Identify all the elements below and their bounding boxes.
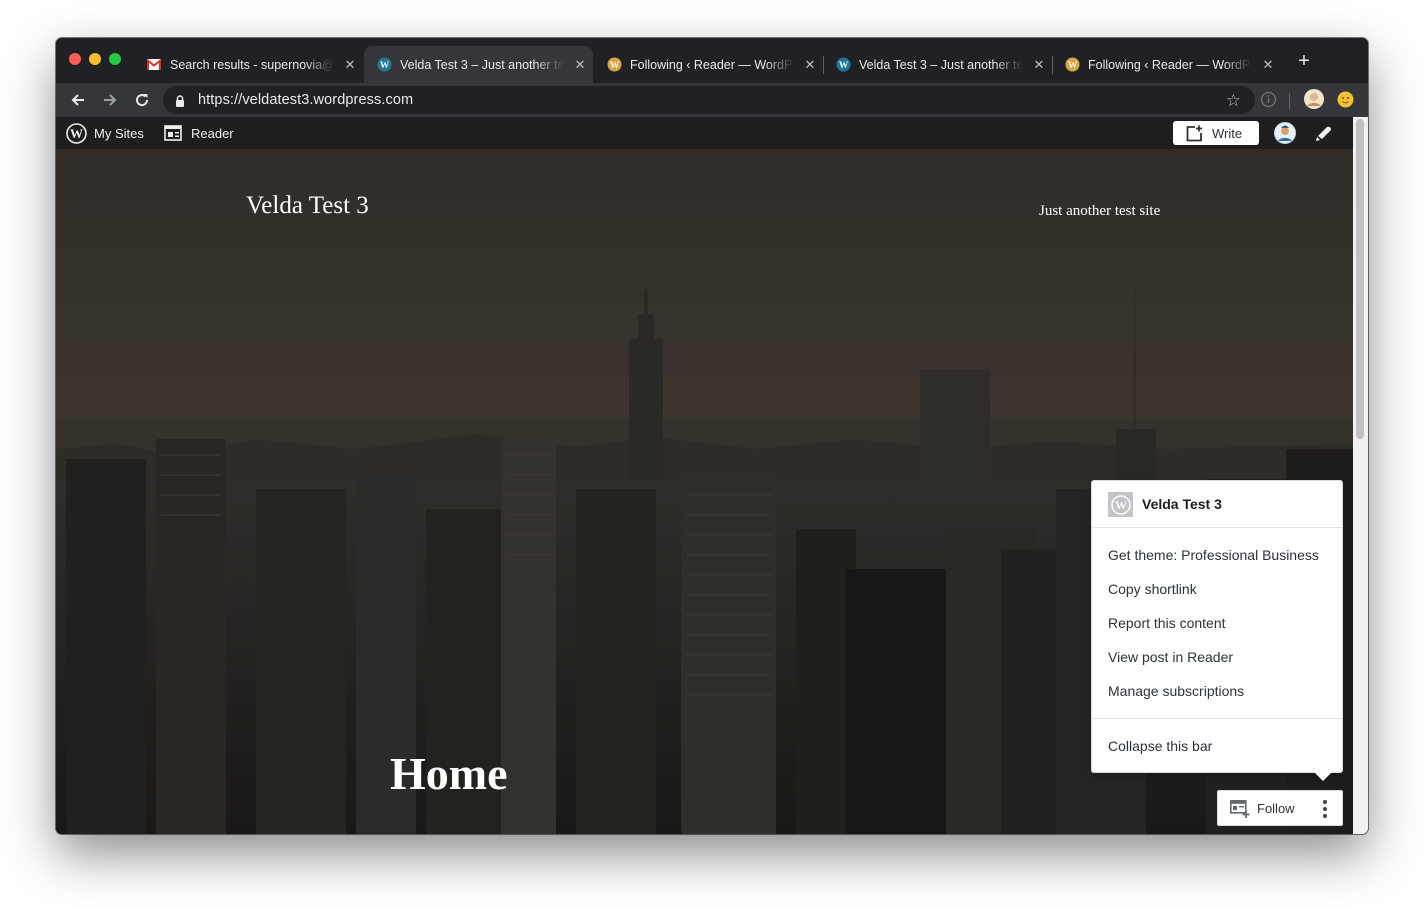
browser-toolbar: https://veldatest3.wordpress.com ☆ [56,83,1368,117]
tab-title: Search results - supernovia@ [170,57,334,72]
reader-label: Reader [191,125,234,141]
browser-window: Search results - supernovia@ ✕ W Velda T… [56,38,1368,834]
svg-text:W: W [70,126,83,141]
ellipsis-vertical-icon [1323,800,1327,804]
profile-avatar-icon[interactable] [1304,89,1324,114]
arrow-left-icon [71,94,84,106]
popover-header[interactable]: W Velda Test 3 [1092,481,1342,528]
new-tab-button[interactable]: + [1295,51,1313,71]
lock-icon [175,94,185,112]
notifications-bell-icon[interactable] [1314,123,1334,146]
wordpress-logo-icon: W [66,122,87,144]
menu-item-collapse-bar[interactable]: Collapse this bar [1108,738,1212,754]
tab-velda-test-active[interactable]: W Velda Test 3 – Just another test site … [364,46,593,83]
tab-reader-following[interactable]: W Following ‹ Reader — WordPress.com ✕ [594,46,823,83]
my-sites-menu[interactable]: W My Sites [66,117,144,149]
reload-button[interactable] [131,89,153,111]
follow-bar: Follow [1217,790,1343,826]
reload-icon [136,94,149,107]
tab-strip: Search results - supernovia@ ✕ W Velda T… [56,38,1368,83]
close-tab-icon[interactable]: ✕ [572,57,588,73]
wp-admin-bar: W My Sites Reader Write [56,117,1353,149]
menu-item-copy-shortlink[interactable]: Copy shortlink [1108,581,1197,597]
svg-text:W: W [609,61,619,71]
svg-text:W: W [1067,61,1077,71]
page-scrollbar-thumb[interactable] [1356,119,1364,439]
tab-title: Velda Test 3 – Just another test site [400,57,564,72]
tab-title: Velda Test 3 – Just another test site [859,57,1023,72]
site-blavatar-icon: W [1108,492,1133,517]
extension-face-icon[interactable] [1337,91,1354,113]
more-options-button[interactable] [1314,796,1336,822]
follow-more-popover: W Velda Test 3 Get theme: Professional B… [1091,480,1343,773]
bookmark-star-icon[interactable]: ☆ [1226,91,1241,111]
write-plus-icon [1186,125,1204,142]
wordpress-orange-icon: W [1064,57,1080,73]
follow-reader-icon[interactable] [1230,800,1251,823]
popover-site-name: Velda Test 3 [1142,496,1222,512]
reader-menu[interactable]: Reader [164,117,234,149]
menu-item-view-in-reader[interactable]: View post in Reader [1108,649,1233,665]
tab-title: Following ‹ Reader — WordPress.com [630,57,794,72]
close-tab-icon[interactable]: ✕ [1031,57,1047,73]
close-tab-icon[interactable]: ✕ [342,57,358,73]
gmail-icon [146,57,162,73]
tab-reader-following-2[interactable]: W Following ‹ Reader — WordPress.com ✕ [1052,46,1281,83]
tab-velda-test[interactable]: W Velda Test 3 – Just another test site … [823,46,1052,83]
address-bar[interactable]: https://veldatest3.wordpress.com ☆ [163,86,1255,114]
popover-arrow [1314,772,1332,781]
user-avatar[interactable] [1274,122,1296,147]
menu-item-report-content[interactable]: Report this content [1108,615,1226,631]
follow-button[interactable]: Follow [1257,801,1295,816]
close-tab-icon[interactable]: ✕ [802,57,818,73]
reader-icon [164,125,182,141]
svg-text:W: W [379,61,389,71]
svg-text:W: W [838,61,848,71]
close-window-button[interactable] [69,53,81,65]
forward-button[interactable] [99,89,121,111]
tab-title: Following ‹ Reader — WordPress.com [1088,57,1252,72]
info-extension-icon[interactable] [1260,91,1277,113]
menu-item-get-theme[interactable]: Get theme: Professional Business [1108,547,1319,563]
toolbar-separator [1289,93,1290,109]
arrow-right-icon [104,94,117,106]
maximize-window-button[interactable] [109,53,121,65]
svg-text:W: W [1115,498,1127,512]
tab-gmail-search[interactable]: Search results - supernovia@ ✕ [134,46,363,83]
url-scheme: https:// [198,92,243,108]
site-title[interactable]: Velda Test 3 [246,192,369,220]
menu-divider [1092,718,1342,719]
wordpress-orange-icon: W [606,57,622,73]
menu-item-manage-subscriptions[interactable]: Manage subscriptions [1108,683,1244,699]
wordpress-blue-icon: W [835,57,851,73]
minimize-window-button[interactable] [89,53,101,65]
write-label: Write [1212,125,1243,141]
url-text: https://veldatest3.wordpress.com [198,92,413,108]
back-button[interactable] [67,89,89,111]
url-host: veldatest3.wordpress.com [242,92,414,108]
write-button[interactable]: Write [1173,121,1259,145]
site-tagline: Just another test site [1039,203,1161,219]
site-hero: Velda Test 3 Just another test site Home… [56,149,1353,834]
close-tab-icon[interactable]: ✕ [1260,57,1276,73]
wordpress-blue-icon: W [376,57,392,73]
page-heading: Home [390,748,508,799]
my-sites-label: My Sites [94,125,144,141]
